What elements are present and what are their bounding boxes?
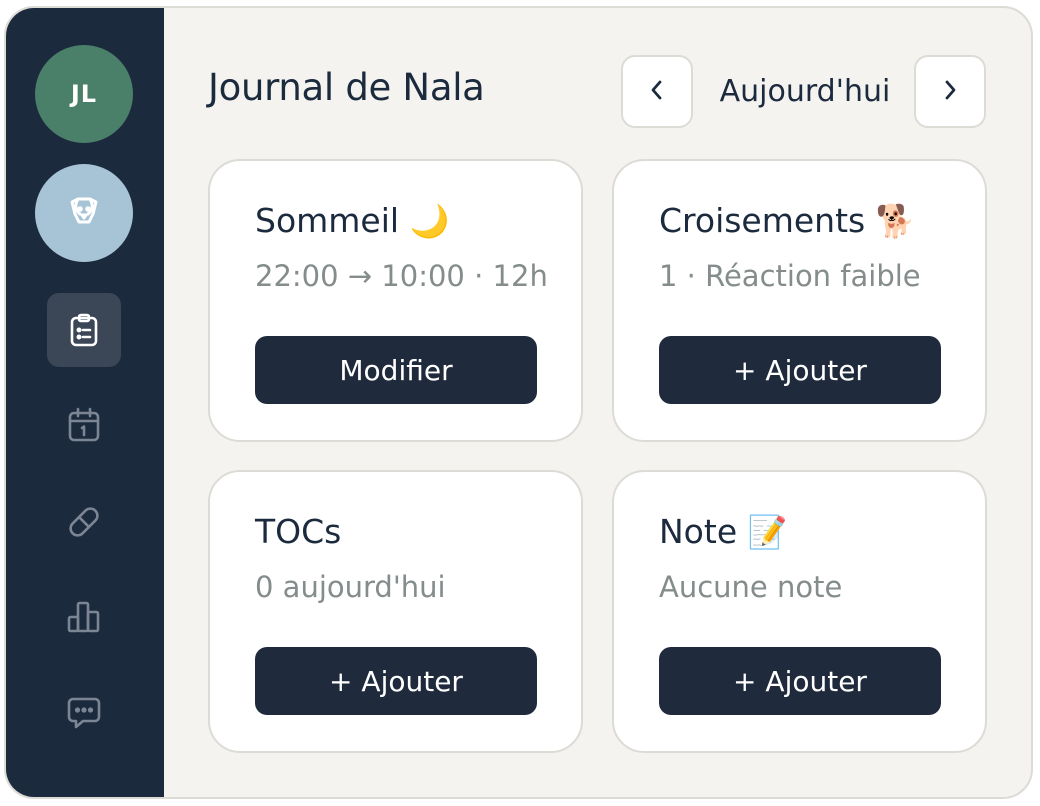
- card-subtitle: 1 · Réaction faible: [659, 259, 921, 293]
- moon-icon: 🌙: [409, 202, 450, 240]
- nav-item-medication[interactable]: [47, 485, 121, 559]
- card-subtitle: 22:00 → 10:00 · 12h: [255, 259, 548, 293]
- user-avatar[interactable]: JL: [35, 45, 133, 143]
- memo-icon: 📝: [747, 513, 788, 551]
- card-title: TOCs: [255, 512, 341, 551]
- card-title-text: TOCs: [255, 512, 342, 551]
- card-title: Note 📝: [659, 512, 787, 551]
- add-crossing-button[interactable]: + Ajouter: [659, 336, 941, 404]
- card-title: Croisements 🐕: [659, 201, 916, 240]
- pill-icon: [65, 503, 103, 541]
- card-subtitle: 0 aujourd'hui: [255, 570, 446, 604]
- add-toc-button[interactable]: + Ajouter: [255, 647, 537, 715]
- next-day-button[interactable]: [914, 55, 986, 128]
- bar-chart-icon: [66, 600, 102, 634]
- nav-item-calendar[interactable]: [47, 388, 121, 462]
- dog-icon: [64, 191, 104, 235]
- nav-item-stats[interactable]: [47, 580, 121, 654]
- card-crossings: Croisements 🐕 1 · Réaction faible + Ajou…: [612, 159, 987, 442]
- user-initials: JL: [70, 80, 98, 108]
- pet-avatar[interactable]: [35, 164, 133, 262]
- card-title-text: Croisements: [659, 201, 866, 240]
- chevron-left-icon: [649, 79, 665, 105]
- sidebar: JL: [6, 8, 164, 797]
- calendar-icon: [67, 407, 101, 443]
- app-window: JL Journal de Nala Aujourd'hui Sommeil 🌙…: [4, 6, 1033, 799]
- edit-sleep-button[interactable]: Modifier: [255, 336, 537, 404]
- card-title-text: Note: [659, 512, 738, 551]
- card-subtitle: Aucune note: [659, 570, 843, 604]
- card-tocs: TOCs 0 aujourd'hui + Ajouter: [208, 470, 583, 753]
- card-note: Note 📝 Aucune note + Ajouter: [612, 470, 987, 753]
- clipboard-list-icon: [68, 313, 100, 347]
- card-sleep: Sommeil 🌙 22:00 → 10:00 · 12h Modifier: [208, 159, 583, 442]
- message-icon: [66, 696, 102, 730]
- card-title: Sommeil 🌙: [255, 201, 449, 240]
- date-label: Aujourd'hui: [719, 74, 891, 109]
- add-note-button[interactable]: + Ajouter: [659, 647, 941, 715]
- card-title-text: Sommeil: [255, 201, 400, 240]
- page-title: Journal de Nala: [208, 66, 485, 109]
- nav-item-journal[interactable]: [47, 293, 121, 367]
- dog-emoji-icon: 🐕: [875, 202, 916, 240]
- chevron-right-icon: [942, 79, 958, 105]
- nav-item-messages[interactable]: [47, 676, 121, 750]
- previous-day-button[interactable]: [621, 55, 693, 128]
